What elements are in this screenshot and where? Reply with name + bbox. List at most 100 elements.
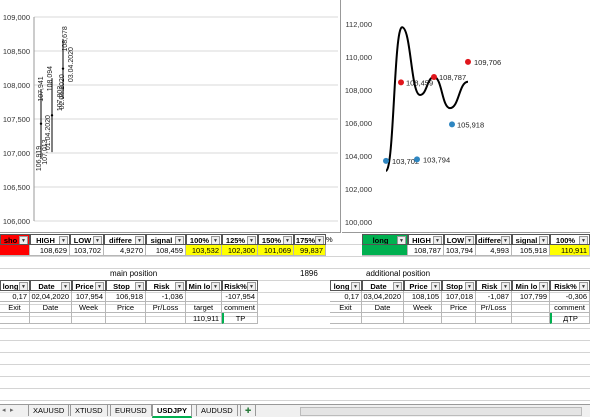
horizontal-scrollbar[interactable] — [300, 407, 582, 416]
main-sub-week[interactable]: Week — [72, 302, 106, 313]
dropdown-arrow-icon[interactable]: ▼ — [465, 236, 474, 244]
tab-xauusd[interactable]: XAUUSD — [28, 405, 70, 416]
tab-eurusd[interactable]: EURUSD — [110, 405, 152, 416]
add-sub-exit[interactable]: Exit — [330, 302, 362, 313]
add-sub-empty[interactable] — [512, 302, 550, 313]
dropdown-arrow-icon[interactable]: ▼ — [59, 236, 68, 244]
add-exit-empty-3[interactable] — [404, 313, 442, 324]
right-val-signal[interactable]: 105,918 — [512, 245, 550, 256]
main-val-risk[interactable]: -1,036 — [146, 291, 186, 302]
add-hdr-stop[interactable]: Stop ▼ — [442, 280, 476, 291]
dropdown-arrow-icon[interactable]: ▼ — [175, 282, 184, 290]
main-comment-value[interactable]: TP — [222, 313, 258, 324]
add-exit-empty-6[interactable] — [512, 313, 550, 324]
add-hdr-long[interactable]: long ▼ — [330, 280, 362, 291]
left-val-sho[interactable] — [0, 245, 30, 256]
right-val-long[interactable] — [362, 245, 408, 256]
main-hdr-minlo[interactable]: Min lo ▼ — [186, 280, 222, 291]
tab-audusd[interactable]: AUDUSD — [196, 405, 238, 416]
main-exit-empty-2[interactable] — [30, 313, 72, 324]
left-hdr-125[interactable]: 125% ▼ — [222, 234, 258, 245]
add-hdr-minlo[interactable]: Min lo ▼ — [512, 280, 550, 291]
main-exit-empty-1[interactable] — [0, 313, 30, 324]
dropdown-arrow-icon[interactable]: ▼ — [351, 282, 360, 290]
tab-xtiusd[interactable]: XTIUSD — [70, 405, 108, 416]
add-exit-empty-5[interactable] — [476, 313, 512, 324]
dropdown-arrow-icon[interactable]: ▼ — [247, 236, 256, 244]
left-val-125[interactable]: 102,300 — [222, 245, 258, 256]
main-hdr-riskpct[interactable]: Risk% ▼ — [222, 280, 258, 291]
add-exit-empty-2[interactable] — [362, 313, 404, 324]
add-sub-date[interactable]: Date — [362, 302, 404, 313]
tab-usdjpy[interactable]: USDJPY — [152, 405, 193, 418]
left-hdr-high[interactable]: HIGH ▼ — [30, 234, 70, 245]
add-sheet-icon[interactable]: ✚ — [240, 405, 257, 416]
dropdown-arrow-icon[interactable]: ▼ — [19, 282, 28, 290]
right-hdr-100[interactable]: 100% ▼ — [550, 234, 590, 245]
add-comment-value[interactable]: ДТР — [550, 313, 590, 324]
main-val-long[interactable]: 0,17 — [0, 291, 30, 302]
right-val-high[interactable]: 108,787 — [408, 245, 444, 256]
left-hdr-signal[interactable]: signal ▼ — [146, 234, 186, 245]
dropdown-arrow-icon[interactable]: ▼ — [433, 236, 442, 244]
add-val-risk[interactable]: -1,087 — [476, 291, 512, 302]
main-exit-empty-3[interactable] — [72, 313, 106, 324]
main-hdr-risk[interactable]: Risk ▼ — [146, 280, 186, 291]
dropdown-arrow-icon[interactable]: ▼ — [93, 236, 102, 244]
add-val-price[interactable]: 108,105 — [404, 291, 442, 302]
dropdown-arrow-icon[interactable]: ▼ — [393, 282, 402, 290]
add-val-date[interactable]: 03,04,2020 — [362, 291, 404, 302]
main-sub-exit[interactable]: Exit — [0, 302, 30, 313]
dropdown-arrow-icon[interactable]: ▼ — [501, 236, 510, 244]
left-val-150[interactable]: 101,069 — [258, 245, 294, 256]
main-val-date[interactable]: 02,04,2020 — [30, 291, 72, 302]
dropdown-arrow-icon[interactable]: ▼ — [175, 236, 184, 244]
add-exit-empty-4[interactable] — [442, 313, 476, 324]
main-hdr-date[interactable]: Date ▼ — [30, 280, 72, 291]
add-exit-empty-1[interactable] — [330, 313, 362, 324]
add-sub-week[interactable]: Week — [404, 302, 442, 313]
left-hdr-150[interactable]: 150% ▼ — [258, 234, 294, 245]
right-val-100[interactable]: 110,911 — [550, 245, 590, 256]
dropdown-arrow-icon[interactable]: ▼ — [211, 236, 220, 244]
add-hdr-date[interactable]: Date ▼ — [362, 280, 404, 291]
right-val-diff[interactable]: 4,993 — [476, 245, 512, 256]
left-val-low[interactable]: 103,702 — [70, 245, 104, 256]
left-val-diff[interactable]: 4,9270 — [104, 245, 146, 256]
main-val-price[interactable]: 107,954 — [72, 291, 106, 302]
dropdown-arrow-icon[interactable]: ▼ — [247, 282, 256, 290]
main-val-stop[interactable]: 106,918 — [106, 291, 146, 302]
dropdown-arrow-icon[interactable]: ▼ — [135, 236, 144, 244]
left-hdr-diff[interactable]: differe ▼ — [104, 234, 146, 245]
left-hdr-sho[interactable]: sho ▼ — [0, 234, 30, 245]
dropdown-arrow-icon[interactable]: ▼ — [397, 236, 406, 244]
dropdown-arrow-icon[interactable]: ▼ — [19, 236, 28, 244]
main-hdr-long[interactable]: long ▼ — [0, 280, 30, 291]
dropdown-arrow-icon[interactable]: ▼ — [211, 282, 220, 290]
add-val-stop[interactable]: 107,018 — [442, 291, 476, 302]
right-hdr-long[interactable]: long ▼ — [362, 234, 408, 245]
main-sub-target[interactable]: target — [186, 302, 222, 313]
dropdown-arrow-icon[interactable]: ▼ — [579, 236, 588, 244]
main-hdr-price[interactable]: Price ▼ — [72, 280, 106, 291]
dropdown-arrow-icon[interactable]: ▼ — [501, 282, 510, 290]
right-val-low[interactable]: 103,794 — [444, 245, 476, 256]
dropdown-arrow-icon[interactable]: ▼ — [539, 236, 548, 244]
main-sub-price[interactable]: Price — [106, 302, 146, 313]
left-hdr-low[interactable]: LOW ▼ — [70, 234, 104, 245]
right-hdr-diff[interactable]: differe ▼ — [476, 234, 512, 245]
add-hdr-riskpct[interactable]: Risk% ▼ — [550, 280, 590, 291]
dropdown-arrow-icon[interactable]: ▼ — [465, 282, 474, 290]
add-sub-comment[interactable]: comment — [550, 302, 590, 313]
main-hdr-stop[interactable]: Stop ▼ — [106, 280, 146, 291]
dropdown-arrow-icon[interactable]: ▼ — [431, 282, 440, 290]
left-val-175[interactable]: 99,837 — [294, 245, 326, 256]
main-val-riskpct[interactable]: -107,954 — [222, 291, 258, 302]
dropdown-arrow-icon[interactable]: ▼ — [539, 282, 548, 290]
add-val-riskpct[interactable]: -0,306 — [550, 291, 590, 302]
add-hdr-price[interactable]: Price ▼ — [404, 280, 442, 291]
main-sub-comment[interactable]: comment — [222, 302, 258, 313]
dropdown-arrow-icon[interactable]: ▼ — [579, 282, 588, 290]
dropdown-arrow-icon[interactable]: ▼ — [61, 282, 70, 290]
right-hdr-high[interactable]: HIGH ▼ — [408, 234, 444, 245]
